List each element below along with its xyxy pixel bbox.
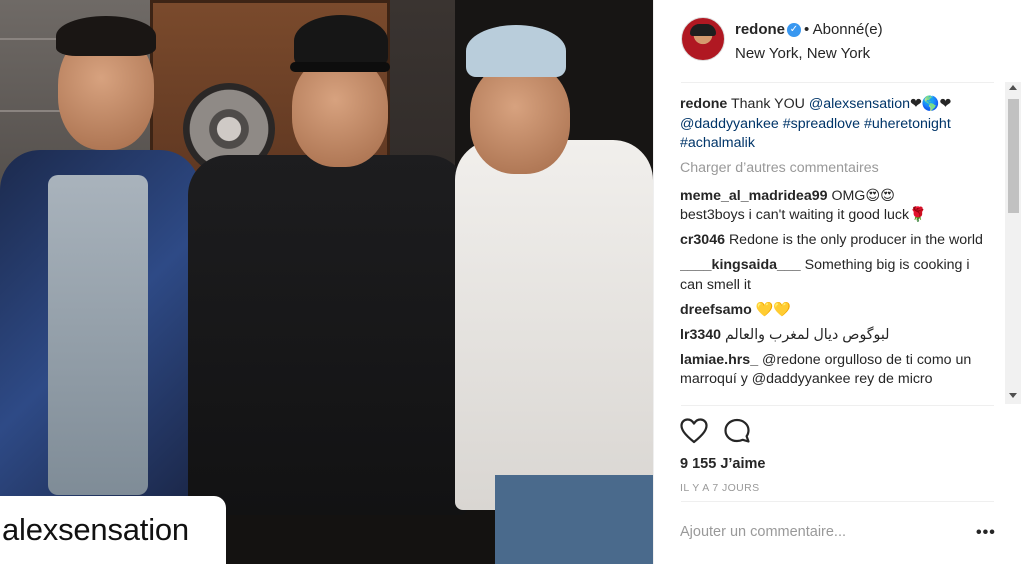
cap-brim xyxy=(290,62,390,72)
mention-link[interactable]: @alexsensation xyxy=(809,96,910,112)
post-timestamp[interactable]: IL Y A 7 JOURS xyxy=(680,482,760,494)
divider xyxy=(681,405,994,406)
post-header: redone ✓ • Abonné(e) New York, New York xyxy=(654,0,1021,83)
hashtag-links[interactable]: @daddyyankee #spreadlove #uheretonight #… xyxy=(680,116,951,152)
comment-text: OMG😍😍 xyxy=(831,187,895,204)
black-sweater xyxy=(188,155,468,515)
hair xyxy=(56,16,156,56)
caption-text: Thank YOU xyxy=(731,96,805,112)
speech-bubble-icon xyxy=(724,418,750,443)
avatar[interactable] xyxy=(681,17,725,61)
location-link[interactable]: New York, New York xyxy=(735,45,870,62)
jeans xyxy=(495,475,653,564)
comment-username[interactable]: cr3046 xyxy=(680,232,725,248)
face xyxy=(470,62,570,174)
comments-list[interactable]: redone Thank YOU @alexsensation❤🌎❤ @dadd… xyxy=(680,95,995,405)
verified-badge-icon: ✓ xyxy=(787,23,801,37)
caption: redone Thank YOU @alexsensation❤🌎❤ @dadd… xyxy=(680,95,995,154)
likes-count[interactable]: 9 155 J’aime xyxy=(680,456,765,472)
black-cap xyxy=(294,15,388,67)
load-more-comments[interactable]: Charger d’autres commentaires xyxy=(680,159,995,179)
comment-item: cr3046 Redone is the only producer in th… xyxy=(680,231,995,251)
scroll-down-arrow-icon[interactable] xyxy=(1009,393,1017,398)
comment-username[interactable]: best3boys xyxy=(680,207,745,223)
comment-text: لبوگوص ديال لمغرب والعالم xyxy=(724,326,890,343)
comment-username[interactable]: meme_al_madridea99 xyxy=(680,188,828,204)
tshirt xyxy=(48,175,148,495)
comment-item: lamiae.hrs_ @redone orgulloso de ti como… xyxy=(680,351,995,390)
divider xyxy=(681,82,994,83)
caption-emoji: ❤🌎❤ xyxy=(910,96,952,112)
comment-item: meme_al_madridea99 OMG😍😍 best3boys i can… xyxy=(680,187,995,226)
comment-item: lr3340 لبوگوص ديال لمغرب والعالم xyxy=(680,326,995,346)
photo-overlay-text: alexsensation xyxy=(0,496,226,564)
comment-username[interactable]: ____kingsaida___ xyxy=(680,257,801,273)
scroll-up-arrow-icon[interactable] xyxy=(1009,85,1017,90)
comment-username[interactable]: lr3340 xyxy=(680,327,721,343)
follow-status[interactable]: • Abonné(e) xyxy=(804,21,883,38)
post-photo[interactable]: alexsensation xyxy=(0,0,653,564)
comment-text: 💛💛 xyxy=(755,301,792,318)
white-shirt xyxy=(455,140,653,510)
divider xyxy=(681,501,994,502)
like-button[interactable] xyxy=(680,418,708,444)
more-options-icon[interactable]: ••• xyxy=(976,524,996,542)
username-link[interactable]: redone xyxy=(735,21,785,38)
comment-text: Redone is the only producer in the world xyxy=(728,232,983,248)
comment-text: i can't waiting it good luck🌹 xyxy=(748,207,927,223)
add-comment-input[interactable]: Ajouter un commentaire... xyxy=(680,524,846,540)
comment-username[interactable]: lamiae.hrs_ xyxy=(680,352,758,368)
comment-username[interactable]: dreefsamo xyxy=(680,302,752,318)
comments-scrollbar[interactable] xyxy=(1005,82,1021,404)
comment-item: ____kingsaida___ Something big is cookin… xyxy=(680,256,995,295)
comment-item: dreefsamo 💛💛 xyxy=(680,301,995,321)
comment-username[interactable]: redone xyxy=(680,96,727,112)
light-blue-cap xyxy=(466,25,566,77)
post-side-panel: redone ✓ • Abonné(e) New York, New York … xyxy=(653,0,1021,564)
scroll-thumb[interactable] xyxy=(1008,99,1019,213)
heart-outline-icon xyxy=(680,418,708,444)
comment-button[interactable] xyxy=(724,418,752,444)
